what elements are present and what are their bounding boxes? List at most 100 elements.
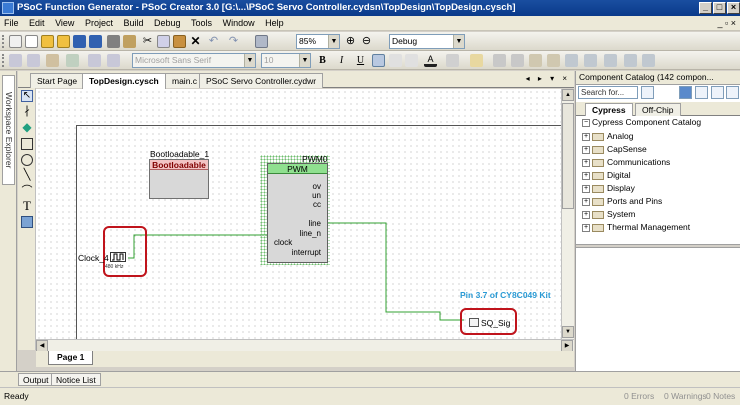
save-icon[interactable] <box>73 35 86 48</box>
expand-icon[interactable]: + <box>582 210 590 219</box>
print-icon[interactable] <box>107 35 120 48</box>
expand-icon[interactable]: + <box>582 223 590 232</box>
paste-icon[interactable] <box>173 35 186 48</box>
menu-file[interactable]: File <box>0 16 23 30</box>
line-tool-icon[interactable]: ╲ <box>21 170 33 182</box>
build-config-select[interactable]: Debug ▼ <box>389 34 465 49</box>
expand-icon[interactable]: + <box>582 171 590 180</box>
open-icon[interactable] <box>57 35 70 48</box>
minimize-button[interactable]: _ <box>699 2 712 14</box>
tree-item-ports-and-pins[interactable]: + Ports and Pins <box>582 195 662 207</box>
search-options-icon[interactable] <box>641 86 654 99</box>
clock-component[interactable] <box>110 252 126 262</box>
tab-cydwr[interactable]: PSoC Servo Controller.cydwr <box>199 73 324 88</box>
zoom-in-icon[interactable]: ⊕ <box>344 35 357 48</box>
expand-icon[interactable]: + <box>582 197 590 206</box>
expand-icon[interactable]: + <box>582 145 590 154</box>
text-tool-icon[interactable]: T <box>21 199 33 212</box>
tree-item-display[interactable]: + Display <box>582 182 635 194</box>
arc-tool-icon[interactable]: ⌒ <box>21 186 33 198</box>
workspace-explorer-tab[interactable]: Workspace Explorer <box>2 75 15 185</box>
image-tool-icon[interactable] <box>21 216 33 228</box>
horizontal-scrollbar[interactable]: ◀ ▶ <box>36 339 574 352</box>
redo-icon[interactable]: ↷ <box>227 35 240 48</box>
scroll-down-icon[interactable]: ▼ <box>562 326 574 338</box>
ungroup-icon[interactable] <box>107 54 120 67</box>
scroll-thumb[interactable] <box>562 103 574 209</box>
italic-button[interactable]: I <box>335 54 348 67</box>
zoom-select[interactable]: 85% ▼ <box>296 34 340 49</box>
catalog-search-input[interactable]: Search for... <box>578 86 638 99</box>
tab-topdesign[interactable]: TopDesign.cysch <box>82 73 166 89</box>
menu-help[interactable]: Help <box>261 16 288 30</box>
group-icon[interactable] <box>88 54 101 67</box>
component-tool-icon[interactable]: ◆ <box>21 121 33 134</box>
list-view-icon[interactable] <box>711 86 724 99</box>
scroll-up-icon[interactable]: ▲ <box>562 89 574 101</box>
expand-icon[interactable]: + <box>582 158 590 167</box>
open-folder-icon[interactable] <box>41 35 54 48</box>
pwm-component[interactable]: PWM ov un cc line line_n interrupt clock <box>267 163 328 263</box>
menu-debug[interactable]: Debug <box>150 16 185 30</box>
tree-item-digital[interactable]: + Digital <box>582 169 631 181</box>
tree-root[interactable]: − Cypress Component Catalog <box>582 117 701 127</box>
menu-edit[interactable]: Edit <box>25 16 49 30</box>
build-icon[interactable] <box>255 35 268 48</box>
zoom-out-icon[interactable]: ⊖ <box>360 35 373 48</box>
menu-tools[interactable]: Tools <box>187 16 216 30</box>
junction-icon[interactable] <box>624 54 637 67</box>
align-left-icon[interactable] <box>372 54 385 67</box>
tab-output[interactable]: Output <box>18 373 54 386</box>
label-icon[interactable] <box>642 54 655 67</box>
catalog-splitter[interactable] <box>576 244 740 248</box>
tree-item-system[interactable]: + System <box>582 208 635 220</box>
underline-button[interactable]: U <box>354 54 367 67</box>
delete-icon[interactable]: ✕ <box>189 35 202 48</box>
pointer-tool-icon[interactable]: ↖ <box>21 90 33 102</box>
layout-icon[interactable] <box>27 54 40 67</box>
bus-icon[interactable] <box>604 54 617 67</box>
menu-project[interactable]: Project <box>81 16 117 30</box>
font-family-select[interactable]: Microsoft Sans Serif ▼ <box>132 53 256 68</box>
vertical-scrollbar[interactable]: ▲ ▼ <box>561 89 574 339</box>
add-component-icon[interactable] <box>9 54 22 67</box>
tab-cypress[interactable]: Cypress <box>585 103 633 116</box>
filter-icon[interactable] <box>679 86 692 99</box>
tab-page-1[interactable]: Page 1 <box>48 351 94 365</box>
menu-window[interactable]: Window <box>219 16 259 30</box>
font-color-icon[interactable]: A <box>424 54 437 67</box>
mdi-controls[interactable]: _ ▫ × <box>718 18 736 28</box>
close-button[interactable]: × <box>727 2 740 14</box>
preview-icon[interactable] <box>726 86 739 99</box>
tab-controls[interactable]: ◂ ▸ ▾ × <box>526 74 570 83</box>
tree-item-thermal-management[interactable]: + Thermal Management <box>582 221 690 233</box>
tab-notice-list[interactable]: Notice List <box>51 373 101 386</box>
copy-icon[interactable] <box>157 35 170 48</box>
tree-item-analog[interactable]: + Analog <box>582 130 633 142</box>
line-color-icon[interactable] <box>446 54 459 67</box>
wire-tool-icon[interactable]: ∤ <box>21 106 33 118</box>
bootloadable-component[interactable]: Bootloadable <box>149 159 209 199</box>
undo-icon[interactable]: ↶ <box>207 35 220 48</box>
properties-icon[interactable] <box>123 35 136 48</box>
save-all-icon[interactable] <box>89 35 102 48</box>
clock-wire[interactable] <box>128 234 269 259</box>
schematic-canvas[interactable]: Bootloadable_1 Bootloadable PWM0 PWM ov … <box>36 89 561 339</box>
align-center-icon[interactable] <box>389 54 402 67</box>
rectangle-tool-icon[interactable] <box>21 138 33 150</box>
cut-icon[interactable]: ✂ <box>141 35 154 48</box>
snap-grid-icon[interactable] <box>565 54 578 67</box>
align-right-icon[interactable] <box>405 54 418 67</box>
maximize-button[interactable]: □ <box>713 2 726 14</box>
tree-view-icon[interactable] <box>695 86 708 99</box>
flip-icon[interactable] <box>547 54 560 67</box>
fill-color-icon[interactable] <box>470 54 483 67</box>
rotate-icon[interactable] <box>529 54 542 67</box>
font-size-select[interactable]: 10 ▼ <box>261 53 311 68</box>
bold-button[interactable]: B <box>316 54 329 67</box>
new-project-icon[interactable] <box>9 35 22 48</box>
ellipse-tool-icon[interactable] <box>21 154 33 166</box>
expand-icon[interactable]: + <box>582 184 590 193</box>
tree-item-communications[interactable]: + Communications <box>582 156 670 168</box>
send-back-icon[interactable] <box>511 54 524 67</box>
